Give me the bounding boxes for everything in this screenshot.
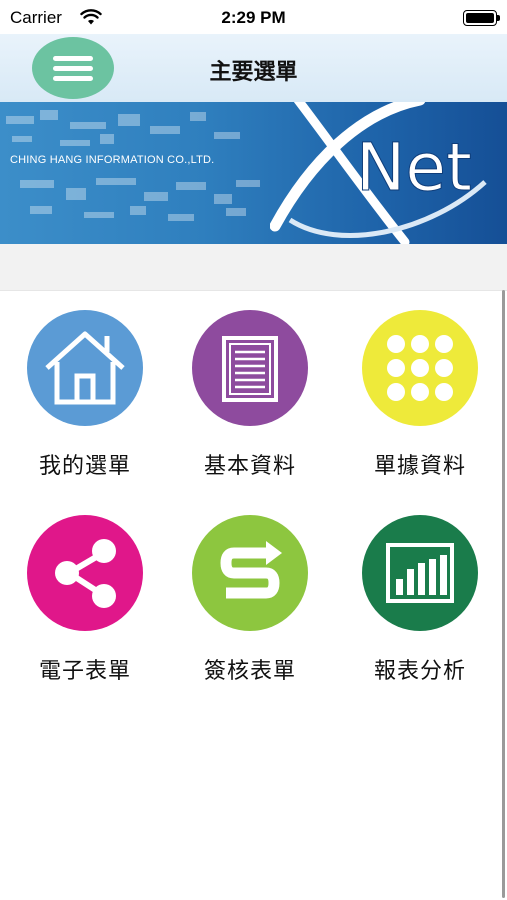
status-bar: Carrier 2:29 PM bbox=[0, 0, 507, 34]
logo-text: Net bbox=[356, 129, 472, 206]
menu-item-label: 基本資料 bbox=[203, 454, 296, 479]
menu-item-document-data[interactable]: 單據資料 bbox=[335, 310, 505, 480]
battery-icon bbox=[463, 10, 500, 26]
menu-item-label: 報表分析 bbox=[373, 659, 466, 684]
menu-item-approval-form[interactable]: 簽核表單 bbox=[165, 515, 335, 685]
scrollbar[interactable] bbox=[502, 290, 505, 898]
xnet-logo: Net bbox=[270, 102, 487, 244]
menu-item-label: 簽核表單 bbox=[203, 659, 296, 684]
share-icon bbox=[55, 539, 116, 608]
grid-dots-icon bbox=[387, 335, 453, 401]
company-banner: CHING HANG INFORMATION CO.,LTD. Net bbox=[0, 102, 507, 244]
menu-item-label: 單據資料 bbox=[373, 454, 466, 479]
spacer-band bbox=[0, 244, 507, 291]
clock: 2:29 PM bbox=[221, 8, 286, 27]
bar-chart-icon bbox=[386, 543, 454, 603]
menu-item-label: 電子表單 bbox=[38, 659, 131, 684]
page-title: 主要選單 bbox=[209, 60, 298, 85]
company-name: CHING HANG INFORMATION CO.,LTD. bbox=[10, 154, 215, 166]
menu-item-e-form[interactable]: 電子表單 bbox=[0, 515, 170, 685]
approval-icon bbox=[220, 541, 282, 599]
document-icon bbox=[222, 336, 278, 402]
home-icon bbox=[45, 331, 125, 405]
menu-item-label: 我的選單 bbox=[38, 454, 131, 479]
menu-item-my-menu[interactable]: 我的選單 bbox=[0, 310, 170, 480]
menu-item-basic-data[interactable]: 基本資料 bbox=[165, 310, 335, 480]
menu-item-report-analysis[interactable]: 報表分析 bbox=[335, 515, 505, 685]
navigation-bar: 主要選單 bbox=[0, 34, 507, 102]
